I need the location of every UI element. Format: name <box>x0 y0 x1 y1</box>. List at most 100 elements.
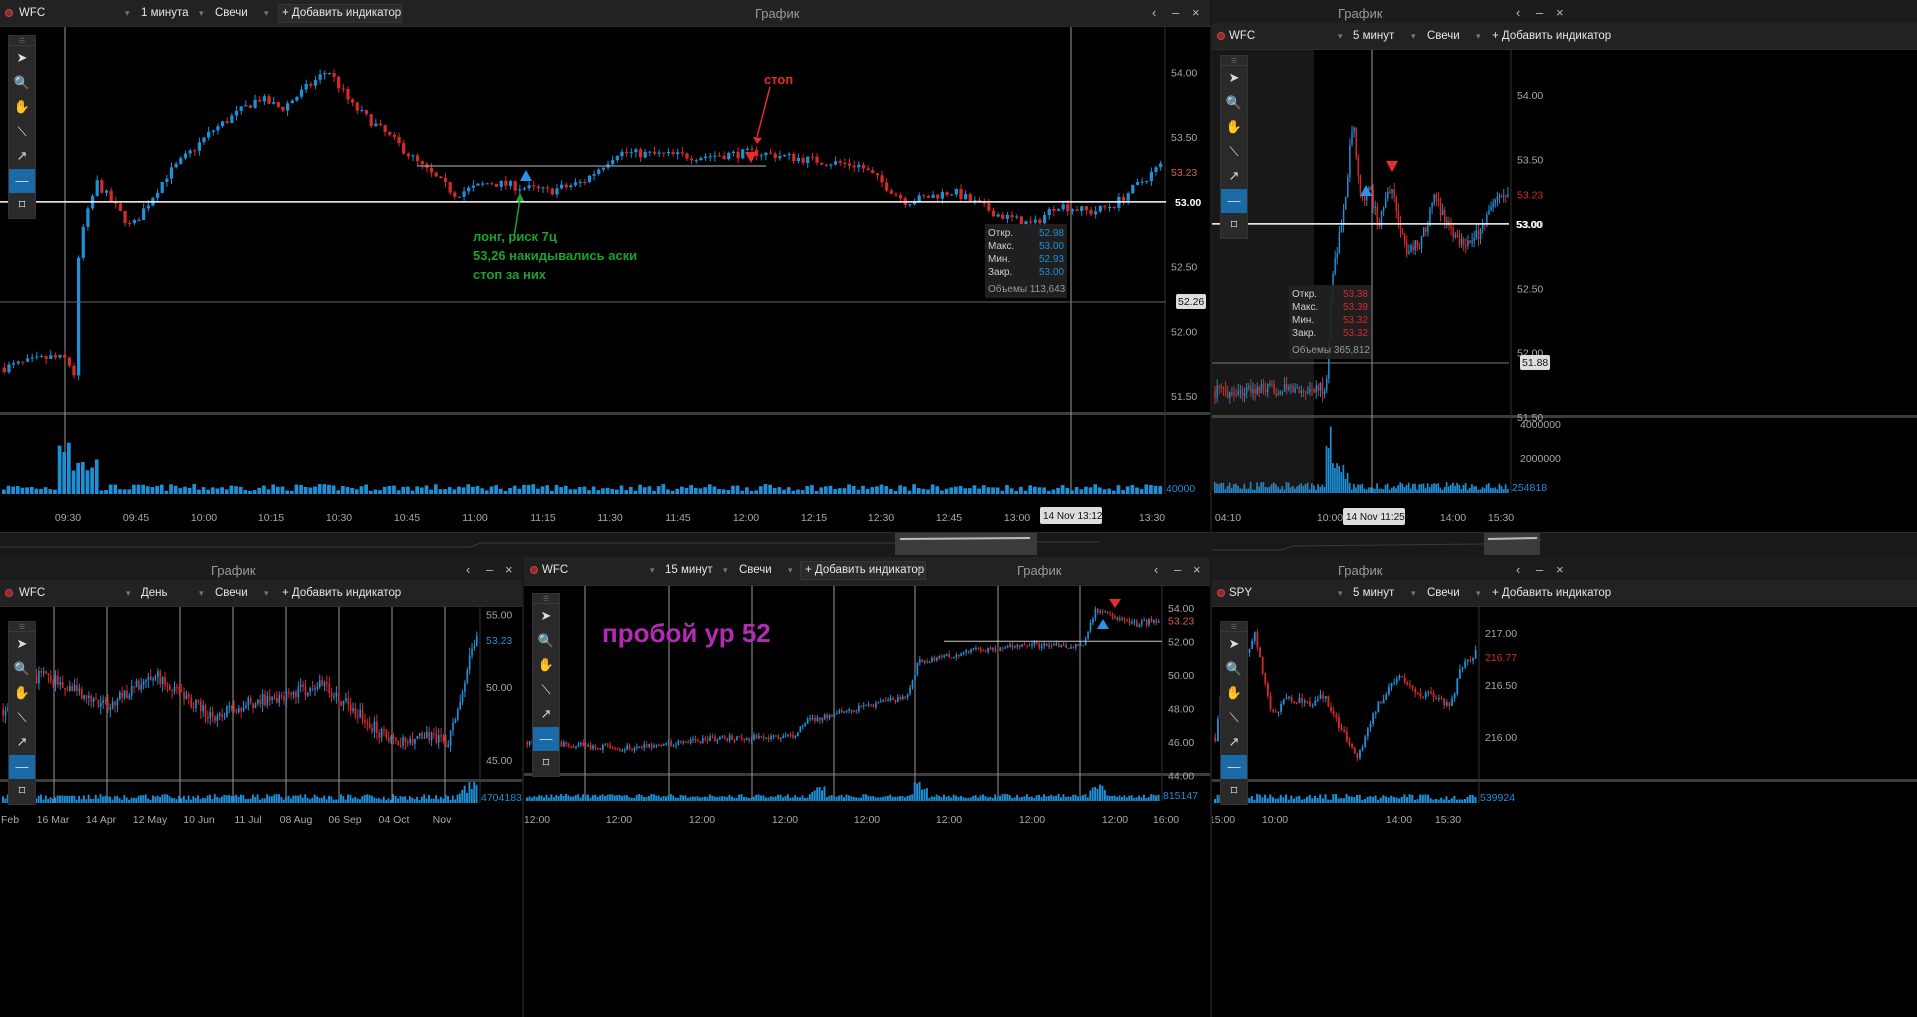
navigator-preview[interactable] <box>0 533 1210 555</box>
navigator-strip[interactable] <box>0 532 1210 555</box>
add-indicator-button[interactable]: + Добавить индикатор <box>1492 587 1611 599</box>
back-icon[interactable]: ‹ <box>1516 562 1520 577</box>
navigator-preview[interactable] <box>1212 533 1917 555</box>
hand-icon[interactable]: ✋ <box>1221 681 1247 706</box>
minimize-icon[interactable]: – <box>486 562 493 577</box>
back-icon[interactable]: ‹ <box>1154 562 1158 577</box>
zoom-icon[interactable]: 🔍 <box>9 657 35 682</box>
cursor-icon[interactable]: ➤ <box>533 604 559 629</box>
chevron-down-icon[interactable]: ▾ <box>125 8 130 19</box>
rect-icon[interactable]: ⌑ <box>1221 213 1247 238</box>
add-indicator-button[interactable]: + Добавить индикатор <box>1492 30 1611 42</box>
arrow-icon[interactable]: ↗ <box>9 730 35 755</box>
cursor-icon[interactable]: ➤ <box>1221 632 1247 657</box>
close-icon[interactable]: × <box>1556 562 1564 577</box>
candlestick-chart-wfc-day[interactable]: 55.0050.0045.00Feb 16 Mar 14 Apr 12 May 10 J… <box>0 607 522 1017</box>
chart-style-selector[interactable]: Свечи <box>215 7 248 19</box>
minimize-icon[interactable]: – <box>1536 5 1543 20</box>
line-icon[interactable]: ⟍ <box>1221 140 1247 165</box>
toolbar-grip-icon[interactable]: ☰ <box>1221 622 1247 632</box>
chevron-down-icon[interactable]: ▾ <box>650 565 655 576</box>
line-icon[interactable]: ⟍ <box>1221 706 1247 731</box>
chevron-down-icon[interactable]: ▾ <box>1411 588 1416 599</box>
link-indicator-icon[interactable] <box>5 589 13 597</box>
chevron-down-icon[interactable]: ▾ <box>788 565 793 576</box>
chart-style-selector[interactable]: Свечи <box>739 564 772 576</box>
arrow-icon[interactable]: ↗ <box>1221 730 1247 755</box>
chevron-down-icon[interactable]: ▾ <box>1411 31 1416 42</box>
line-icon[interactable]: ⟍ <box>9 120 35 145</box>
pane-separator[interactable] <box>524 773 1210 776</box>
chevron-down-icon[interactable]: ▾ <box>1476 31 1481 42</box>
chevron-down-icon[interactable]: ▾ <box>723 565 728 576</box>
rect-icon[interactable]: ⌑ <box>9 193 35 218</box>
pane-separator[interactable] <box>0 412 1210 415</box>
navigator-strip[interactable] <box>1212 532 1917 555</box>
zoom-icon[interactable]: 🔍 <box>1221 657 1247 682</box>
chevron-down-icon[interactable]: ▾ <box>199 8 204 19</box>
hand-icon[interactable]: ✋ <box>1221 115 1247 140</box>
hline-icon[interactable]: — <box>9 754 35 779</box>
pane-separator[interactable] <box>1212 415 1917 418</box>
symbol-selector[interactable]: WFC <box>542 564 568 576</box>
link-indicator-icon[interactable] <box>5 9 13 17</box>
toolbar-grip-icon[interactable]: ☰ <box>9 622 35 632</box>
rect-icon[interactable]: ⌑ <box>533 751 559 776</box>
toolbar-grip-icon[interactable]: ☰ <box>9 36 35 46</box>
link-indicator-icon[interactable] <box>1217 32 1225 40</box>
candlestick-chart-wfc-5min[interactable]: 54.0053.5053.0052.5052.0051.5004:10 10:00… <box>1212 50 1917 532</box>
chart-style-selector[interactable]: Свечи <box>215 587 248 599</box>
symbol-selector[interactable]: WFC <box>1229 30 1255 42</box>
pane-separator[interactable] <box>1212 779 1917 782</box>
hline-icon[interactable]: — <box>1221 754 1247 779</box>
hline-icon[interactable]: — <box>1221 188 1247 213</box>
close-icon[interactable]: × <box>1193 562 1201 577</box>
chevron-down-icon[interactable]: ▾ <box>1476 588 1481 599</box>
link-indicator-icon[interactable] <box>530 566 538 574</box>
candlestick-chart-wfc-1min[interactable]: 54.0053.5053.0052.5052.0051.5009:3009:45… <box>0 27 1210 532</box>
link-indicator-icon[interactable] <box>1217 589 1225 597</box>
chevron-down-icon[interactable]: ▾ <box>126 588 131 599</box>
arrow-icon[interactable]: ↗ <box>1221 164 1247 189</box>
hline-icon[interactable]: — <box>533 726 559 751</box>
rect-icon[interactable]: ⌑ <box>9 779 35 804</box>
back-icon[interactable]: ‹ <box>466 562 470 577</box>
chevron-down-icon[interactable]: ▾ <box>1338 588 1343 599</box>
chevron-down-icon[interactable]: ▾ <box>393 8 398 19</box>
symbol-selector[interactable]: SPY <box>1229 587 1252 599</box>
close-icon[interactable]: × <box>1192 5 1200 20</box>
hand-icon[interactable]: ✋ <box>9 681 35 706</box>
hand-icon[interactable]: ✋ <box>533 653 559 678</box>
toolbar-grip-icon[interactable]: ☰ <box>1221 56 1247 66</box>
line-icon[interactable]: ⟍ <box>533 678 559 703</box>
arrow-icon[interactable]: ↗ <box>533 702 559 727</box>
timeframe-selector[interactable]: День <box>141 587 168 599</box>
hand-icon[interactable]: ✋ <box>9 95 35 120</box>
back-icon[interactable]: ‹ <box>1152 5 1156 20</box>
symbol-selector[interactable]: WFC <box>19 7 45 19</box>
chevron-down-icon[interactable]: ▾ <box>1338 31 1343 42</box>
chevron-down-icon[interactable]: ▾ <box>199 588 204 599</box>
close-icon[interactable]: × <box>505 562 513 577</box>
timeframe-selector[interactable]: 5 минут <box>1353 587 1394 599</box>
zoom-icon[interactable]: 🔍 <box>9 71 35 96</box>
symbol-selector[interactable]: WFC <box>19 587 45 599</box>
chart-style-selector[interactable]: Свечи <box>1427 587 1460 599</box>
chevron-down-icon[interactable]: ▾ <box>264 588 269 599</box>
minimize-icon[interactable]: – <box>1536 562 1543 577</box>
chevron-down-icon[interactable]: ▾ <box>264 8 269 19</box>
toolbar-grip-icon[interactable]: ☰ <box>533 594 559 604</box>
hline-icon[interactable]: — <box>9 168 35 193</box>
cursor-icon[interactable]: ➤ <box>9 632 35 657</box>
timeframe-selector[interactable]: 1 минута <box>141 7 189 19</box>
zoom-icon[interactable]: 🔍 <box>1221 91 1247 116</box>
close-icon[interactable]: × <box>1556 5 1564 20</box>
arrow-icon[interactable]: ↗ <box>9 144 35 169</box>
timeframe-selector[interactable]: 15 минут <box>665 564 713 576</box>
timeframe-selector[interactable]: 5 минут <box>1353 30 1394 42</box>
rect-icon[interactable]: ⌑ <box>1221 779 1247 804</box>
add-indicator-button[interactable]: + Добавить индикатор <box>282 587 401 599</box>
chevron-down-icon[interactable]: ▾ <box>917 565 922 576</box>
minimize-icon[interactable]: – <box>1174 562 1181 577</box>
back-icon[interactable]: ‹ <box>1516 5 1520 20</box>
